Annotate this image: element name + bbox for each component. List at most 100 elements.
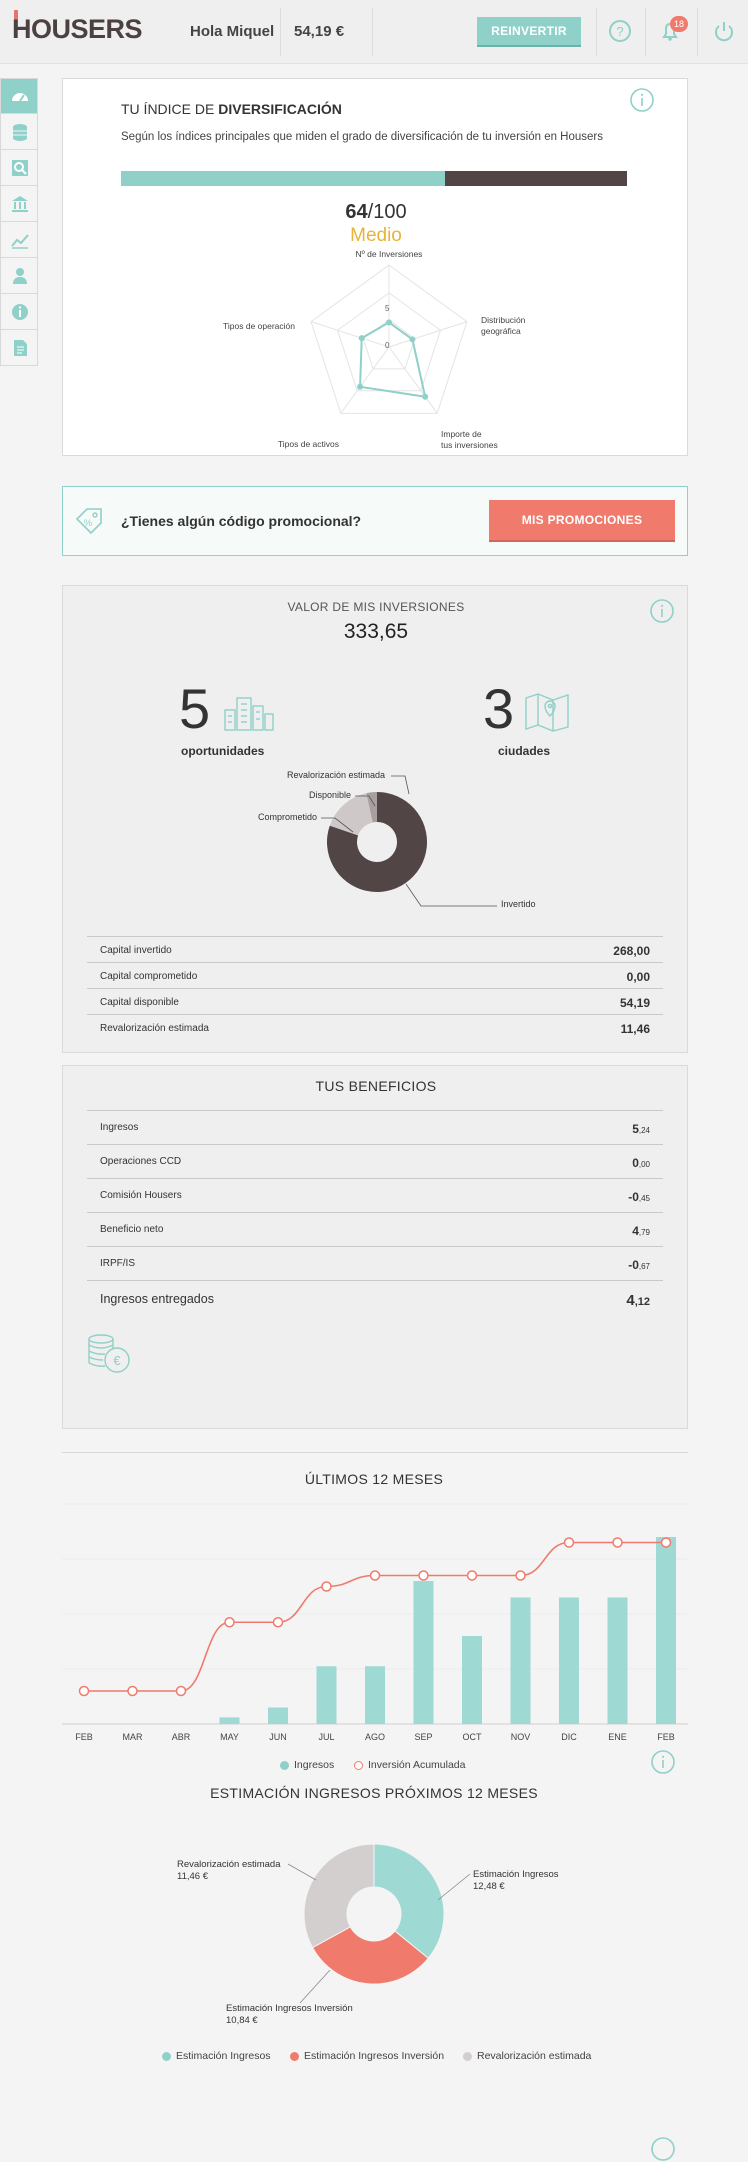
row-label: Beneficio neto (100, 1224, 164, 1235)
table-row: Beneficio neto 4,79 (87, 1212, 663, 1246)
row-label: Comisión Housers (100, 1190, 182, 1201)
row-label: Capital disponible (100, 997, 179, 1008)
user-icon (13, 268, 27, 284)
radar-axis (340, 346, 390, 414)
info-icon[interactable] (649, 598, 675, 624)
reinvest-button[interactable]: REINVERTIR (477, 17, 581, 47)
legend-income[interactable]: Ingresos (280, 1759, 334, 1771)
radar-point (409, 336, 416, 343)
x-tick-label: FEB (75, 1732, 93, 1742)
line-point (369, 1570, 381, 1581)
legend-dot (354, 1760, 363, 1770)
donut-leader (391, 775, 410, 795)
cities-label: ciudades (498, 744, 551, 758)
buildings-icon (224, 697, 274, 731)
row-label: Ingresos (100, 1122, 139, 1133)
line-point (272, 1617, 284, 1628)
bar (413, 1581, 434, 1724)
value-int: -0 (628, 1258, 639, 1272)
table-row: Comisión Housers -0,45 (87, 1178, 663, 1212)
investments-title: VALOR DE MIS INVERSIONES (287, 600, 465, 614)
sidebar-item-bank[interactable] (0, 186, 38, 222)
diversification-score: 64/100 (345, 201, 407, 223)
my-promotions-button[interactable]: MIS PROMOCIONES (489, 500, 675, 542)
map-icon (525, 693, 569, 732)
sidebar-item-stats[interactable] (0, 222, 38, 258)
legend-accumulated[interactable]: Inversión Acumulada (354, 1759, 465, 1771)
benefits-title: TUS BENEFICIOS (315, 1078, 437, 1094)
donut-label: Revalorización estimada (287, 770, 385, 780)
divider (645, 8, 646, 56)
line-point (321, 1581, 332, 1592)
estimation-donut-chart (287, 1843, 471, 2004)
monthly-chart-title: ÚLTIMOS 12 MESES (304, 1471, 444, 1487)
progress-fill (121, 171, 445, 186)
radar-axis-label: Tipos de activos (278, 439, 339, 449)
line-point (175, 1685, 187, 1697)
line-point (515, 1570, 526, 1581)
diversification-level: Medio (350, 225, 402, 246)
value-int: 5 (632, 1122, 639, 1136)
info-icon (12, 304, 28, 320)
power-icon[interactable] (709, 16, 739, 46)
legend-estimated-income[interactable]: Estimación Ingresos (162, 2050, 271, 2062)
investment-donut-chart: Invertido Comprometido Disponible Revaloriz… (258, 770, 536, 909)
diversification-progress-bar (121, 171, 627, 186)
line-point (466, 1570, 478, 1581)
sidebar-item-dashboard[interactable] (0, 78, 38, 114)
x-tick-label: AGO (365, 1732, 385, 1742)
row-value: 11,46 (620, 1022, 650, 1036)
divider (280, 8, 281, 56)
legend-dot (280, 1760, 289, 1770)
info-icon[interactable] (650, 1749, 676, 1775)
sidebar-item-investments[interactable] (0, 114, 38, 150)
sidebar-item-search[interactable] (0, 150, 38, 186)
row-label: Capital comprometido (100, 971, 198, 982)
row-value: 4,79 (632, 1224, 650, 1238)
bar (316, 1666, 337, 1724)
table-row: Operaciones CCD 0,00 (87, 1144, 663, 1178)
sidebar (0, 78, 38, 366)
table-row: Capital comprometido 0,00 (87, 962, 663, 988)
logo[interactable]: HOUSERS (12, 14, 143, 45)
sidebar-item-info[interactable] (0, 294, 38, 330)
radar-point (422, 393, 429, 400)
x-tick-label: DIC (561, 1732, 577, 1742)
pie-leader (287, 1863, 317, 1881)
x-tick-label: JUN (269, 1732, 287, 1742)
info-icon[interactable] (629, 87, 655, 113)
row-value: 0,00 (632, 1156, 650, 1170)
promo-card: % ¿Tienes algún código promocional? MIS … (62, 486, 688, 556)
investments-total: 333,65 (343, 620, 409, 643)
bar (219, 1717, 240, 1724)
radar-axis (388, 346, 438, 414)
legend-estimated-revaluation[interactable]: Revalorización estimada (463, 2050, 591, 2062)
table-row: IRPF/IS -0,67 (87, 1246, 663, 1280)
row-value: 0,00 (626, 970, 650, 984)
line-point (418, 1570, 429, 1581)
radar-axis-label: Importe de tus inversiones (441, 429, 498, 450)
bar (607, 1597, 628, 1724)
sidebar-item-documents[interactable] (0, 330, 38, 366)
table-row: Capital invertido 268,00 (87, 936, 663, 962)
diversification-card: TU ÍNDICE DE DIVERSIFICACIÓN Según los í… (62, 78, 688, 456)
radar-axis-label: Distribución geográfica (481, 315, 526, 336)
monthly-income-chart: FEB MAR ABR MAY JUN JUL AGO SEP OCT NOV DIC ENE FEB (62, 1503, 688, 1742)
radar-axis (310, 321, 390, 348)
help-icon[interactable]: ? (605, 16, 635, 46)
sidebar-item-profile[interactable] (0, 258, 38, 294)
value-dec: ,24 (638, 1126, 650, 1135)
row-label: Operaciones CCD (100, 1156, 182, 1167)
bar (462, 1636, 482, 1724)
row-value: -0,45 (628, 1190, 650, 1204)
diversification-description: Según los índices principales que miden … (121, 131, 604, 143)
legend-dot (290, 2051, 299, 2061)
svg-text:€: € (113, 1353, 121, 1368)
row-value: -0,67 (628, 1258, 650, 1272)
radar-axis (388, 321, 468, 348)
database-icon (13, 124, 27, 141)
info-icon[interactable] (650, 2136, 676, 2162)
legend-estimated-investment-income[interactable]: Estimación Ingresos Inversión (290, 2050, 444, 2062)
tag-icon: % (75, 508, 102, 535)
radar-axis-label: Nº de Inversiones (356, 249, 423, 259)
